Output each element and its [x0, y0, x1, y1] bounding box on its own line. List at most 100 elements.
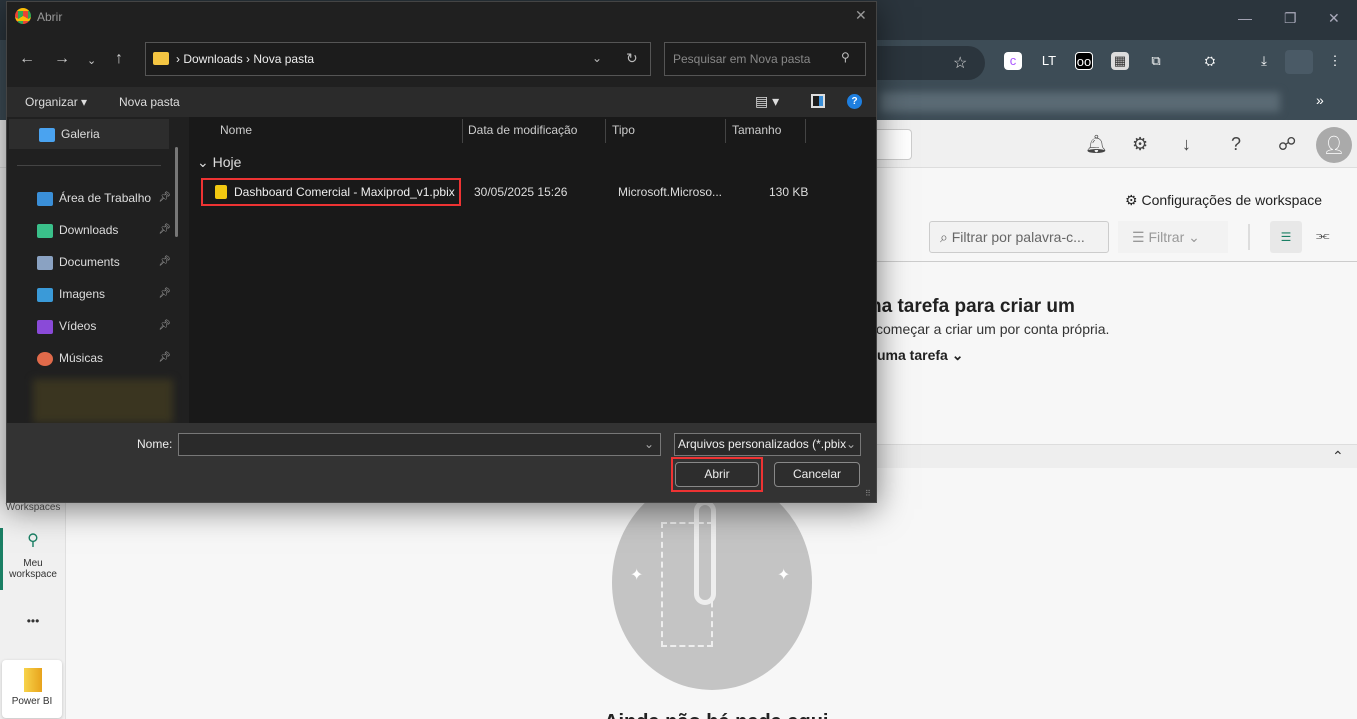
download-icon: [37, 223, 53, 238]
pin-icon[interactable]: 📌︎: [158, 282, 171, 306]
organize-button[interactable]: Organizar ▾: [25, 95, 87, 109]
back-icon[interactable]: ←: [19, 50, 35, 68]
divider: [866, 261, 1357, 262]
user-avatar[interactable]: 👤︎: [1316, 127, 1352, 163]
chevron-down-icon: ⌄: [845, 434, 856, 455]
breadcrumb-downloads[interactable]: Downloads: [183, 52, 242, 66]
column-modified[interactable]: Data de modificação: [468, 123, 577, 137]
navigation-pane: Galeria Área de Trabalho 📌︎ Downloads 📌︎ D…: [7, 117, 178, 423]
breadcrumb-nova-pasta[interactable]: Nova pasta: [253, 52, 314, 66]
nav-item-imagens[interactable]: Imagens 📌︎: [37, 282, 173, 306]
lineage-view-icon[interactable]: ⫘: [1316, 227, 1330, 244]
scrollbar[interactable]: [175, 147, 178, 237]
rail-my-workspace[interactable]: Meu workspace: [0, 558, 66, 580]
rail-more-button[interactable]: •••: [0, 614, 66, 628]
column-name[interactable]: Nome: [220, 123, 252, 137]
chrome-logo-icon: [15, 8, 31, 24]
chevron-down-icon[interactable]: ⌄: [644, 437, 654, 451]
filter-keyword-input[interactable]: ⌕ Filtrar por palavra-c...: [929, 221, 1109, 253]
download-icon[interactable]: ↓: [1182, 134, 1191, 155]
column-size[interactable]: Tamanho: [732, 123, 781, 137]
pin-icon[interactable]: 📌︎: [158, 218, 171, 242]
qr-extension-icon[interactable]: ▦: [1111, 52, 1129, 70]
search-icon: ⚲: [841, 50, 850, 64]
help-icon[interactable]: ?: [1231, 134, 1241, 155]
list-view-button[interactable]: ☰: [1270, 221, 1302, 253]
languagetool-extension-icon[interactable]: LT: [1040, 52, 1058, 70]
resize-grip-icon[interactable]: ⠿: [865, 489, 871, 498]
close-window-icon[interactable]: ✕: [1328, 10, 1340, 27]
search-input[interactable]: Pesquisar em Nova pasta ⚲: [664, 42, 866, 76]
powerbi-logo-icon: [24, 668, 42, 692]
close-dialog-icon[interactable]: ✕: [855, 7, 867, 24]
gallery-icon: [39, 127, 55, 142]
nav-item-documents[interactable]: Documents 📌︎: [37, 250, 173, 274]
minimize-icon[interactable]: —: [1238, 10, 1252, 26]
up-folder-icon[interactable]: ↑: [115, 50, 123, 68]
blurred-items: [33, 379, 173, 423]
profile-avatar[interactable]: [1285, 50, 1313, 74]
command-bar: Organizar ▾ Nova pasta ▤ ▾ ?: [7, 87, 876, 117]
more-bookmarks-icon[interactable]: »: [1316, 92, 1324, 108]
extensions-puzzle-icon[interactable]: ⧉: [1147, 52, 1165, 70]
incognito-icon: ⛭: [1204, 53, 1216, 68]
address-breadcrumb[interactable]: › Downloads › Nova pasta ⌄ ↻: [145, 42, 651, 76]
pin-icon[interactable]: 📌︎: [158, 186, 171, 210]
help-icon[interactable]: ?: [847, 94, 862, 109]
folder-icon: [153, 52, 169, 65]
open-button[interactable]: Abrir: [675, 462, 759, 487]
workspace-settings-button[interactable]: ⚙ Configurações de workspace: [1125, 192, 1322, 209]
nav-item-desktop[interactable]: Área de Trabalho 📌︎: [37, 186, 173, 210]
refresh-icon[interactable]: ↻: [626, 50, 638, 67]
cancel-button[interactable]: Cancelar: [774, 462, 860, 487]
feedback-icon[interactable]: ☍: [1278, 134, 1296, 155]
choose-task-dropdown[interactable]: uma tarefa ⌄: [877, 347, 963, 364]
search-icon: ⌕: [940, 229, 952, 245]
filetype-select[interactable]: Arquivos personalizados (*.pbix ⌄: [674, 433, 861, 456]
column-type[interactable]: Tipo: [612, 123, 635, 137]
videos-icon: [37, 319, 53, 334]
preview-pane-icon[interactable]: [811, 94, 825, 108]
nav-item-galeria[interactable]: Galeria: [39, 122, 175, 146]
empty-heading: na tarefa para criar um: [870, 296, 1075, 317]
menu-kebab-icon[interactable]: ⋮: [1326, 52, 1344, 70]
new-folder-button[interactable]: Nova pasta: [119, 95, 180, 109]
sparkle-icon: ✦: [777, 567, 791, 584]
filter-icon: ☰: [1132, 229, 1149, 245]
divider: [1248, 224, 1250, 250]
pbix-file-icon: [215, 185, 227, 199]
nav-item-videos[interactable]: Vídeos 📌︎: [37, 314, 173, 338]
chevron-down-icon[interactable]: ⌄: [592, 51, 602, 65]
nav-item-downloads[interactable]: Downloads 📌︎: [37, 218, 173, 242]
filename-label: Nome:: [137, 437, 173, 451]
pin-icon[interactable]: 📌︎: [158, 250, 171, 274]
gear-icon: ⚙: [1125, 192, 1142, 208]
person-icon: ⚲: [27, 532, 39, 549]
clickup-extension-icon[interactable]: c: [1004, 52, 1022, 70]
extension-icon[interactable]: oo: [1075, 52, 1093, 70]
bell-icon[interactable]: 🔔︎: [1085, 134, 1108, 155]
music-icon: [37, 351, 53, 366]
pin-icon[interactable]: 📌︎: [158, 346, 171, 370]
empty-title: Ainda não há nada aqui: [604, 708, 828, 719]
collapse-up-icon[interactable]: ⌃: [1332, 448, 1344, 465]
pin-icon[interactable]: 📌︎: [158, 314, 171, 338]
file-row[interactable]: Dashboard Comercial - Maxiprod_v1.pbix 3…: [189, 177, 876, 207]
desktop-icon: [37, 191, 53, 206]
powerbi-switcher[interactable]: Power BI: [2, 660, 62, 718]
filter-button[interactable]: ☰ Filtrar ⌄: [1118, 221, 1228, 253]
forward-icon[interactable]: →: [54, 50, 70, 68]
open-file-dialog: Abrir ✕ ← → ⌄ ↑ › Downloads › Nova pasta…: [6, 1, 877, 503]
downloads-icon[interactable]: ⤓: [1255, 52, 1273, 70]
view-options-icon[interactable]: ▤ ▾: [755, 93, 779, 110]
nav-item-musicas[interactable]: Músicas 📌︎: [37, 346, 173, 370]
gear-icon[interactable]: ⚙: [1132, 134, 1148, 155]
sparkle-icon: ✦: [630, 567, 644, 584]
filename-input[interactable]: ⌄: [178, 433, 661, 456]
restore-icon[interactable]: ❐: [1284, 10, 1297, 27]
rail-workspaces[interactable]: Workspaces: [0, 502, 66, 513]
group-header-hoje[interactable]: ⌄ Hoje: [197, 154, 241, 171]
recent-locations-icon[interactable]: ⌄: [87, 54, 96, 67]
star-icon[interactable]: ☆: [953, 53, 967, 73]
collapse-bar: [866, 444, 1357, 468]
